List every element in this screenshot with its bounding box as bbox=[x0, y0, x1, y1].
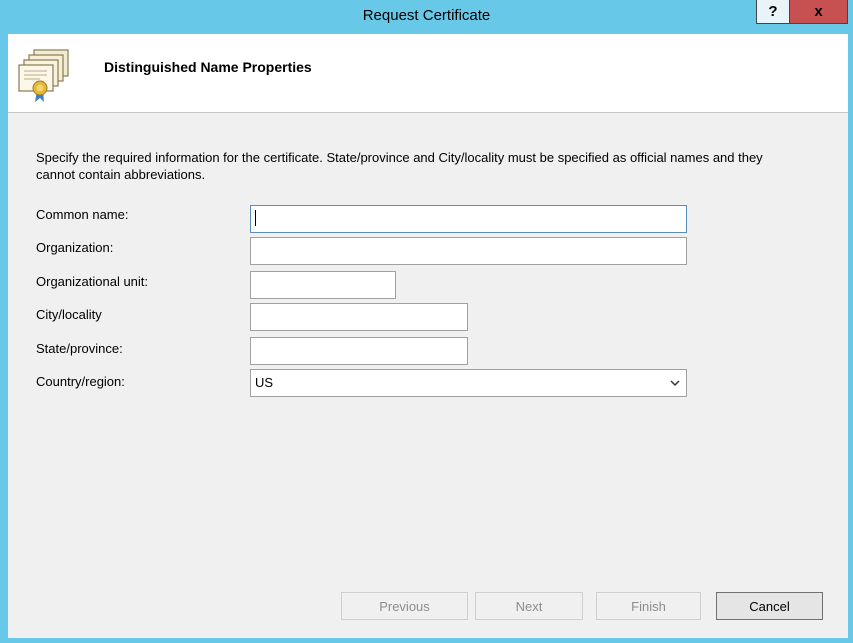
organizational-unit-input[interactable] bbox=[250, 271, 396, 299]
common-name-label: Common name: bbox=[36, 207, 129, 222]
state-province-input[interactable] bbox=[250, 337, 468, 365]
header-title: Distinguished Name Properties bbox=[104, 59, 312, 75]
window-title: Request Certificate bbox=[362, 7, 491, 24]
chevron-down-icon bbox=[670, 380, 680, 387]
country-region-value: US bbox=[255, 375, 274, 390]
city-locality-label: City/locality bbox=[36, 307, 102, 322]
organization-label: Organization: bbox=[36, 240, 114, 255]
cancel-button[interactable]: Cancel bbox=[716, 592, 823, 620]
close-button[interactable]: x bbox=[790, 0, 848, 24]
text-caret bbox=[255, 210, 256, 226]
previous-button[interactable]: Previous bbox=[341, 592, 468, 620]
certificate-icon bbox=[18, 49, 69, 102]
description-text: Specify the required information for the… bbox=[36, 150, 763, 182]
common-name-input[interactable] bbox=[250, 205, 687, 233]
finish-button[interactable]: Finish bbox=[596, 592, 701, 620]
country-region-label: Country/region: bbox=[36, 374, 125, 389]
country-region-select[interactable]: US bbox=[250, 369, 687, 397]
next-button[interactable]: Next bbox=[475, 592, 583, 620]
request-certificate-window: Request Certificate ? x Distinguished Na… bbox=[0, 0, 853, 643]
state-province-label: State/province: bbox=[36, 341, 123, 356]
city-locality-input[interactable] bbox=[250, 303, 468, 331]
help-button[interactable]: ? bbox=[756, 0, 790, 24]
title-bar[interactable]: Request Certificate ? x bbox=[0, 0, 853, 34]
wizard-header: Distinguished Name Properties bbox=[8, 34, 848, 113]
organizational-unit-label: Organizational unit: bbox=[36, 274, 149, 289]
dialog-client-area: Distinguished Name Properties Specify th… bbox=[8, 34, 848, 638]
organization-input[interactable] bbox=[250, 237, 687, 265]
